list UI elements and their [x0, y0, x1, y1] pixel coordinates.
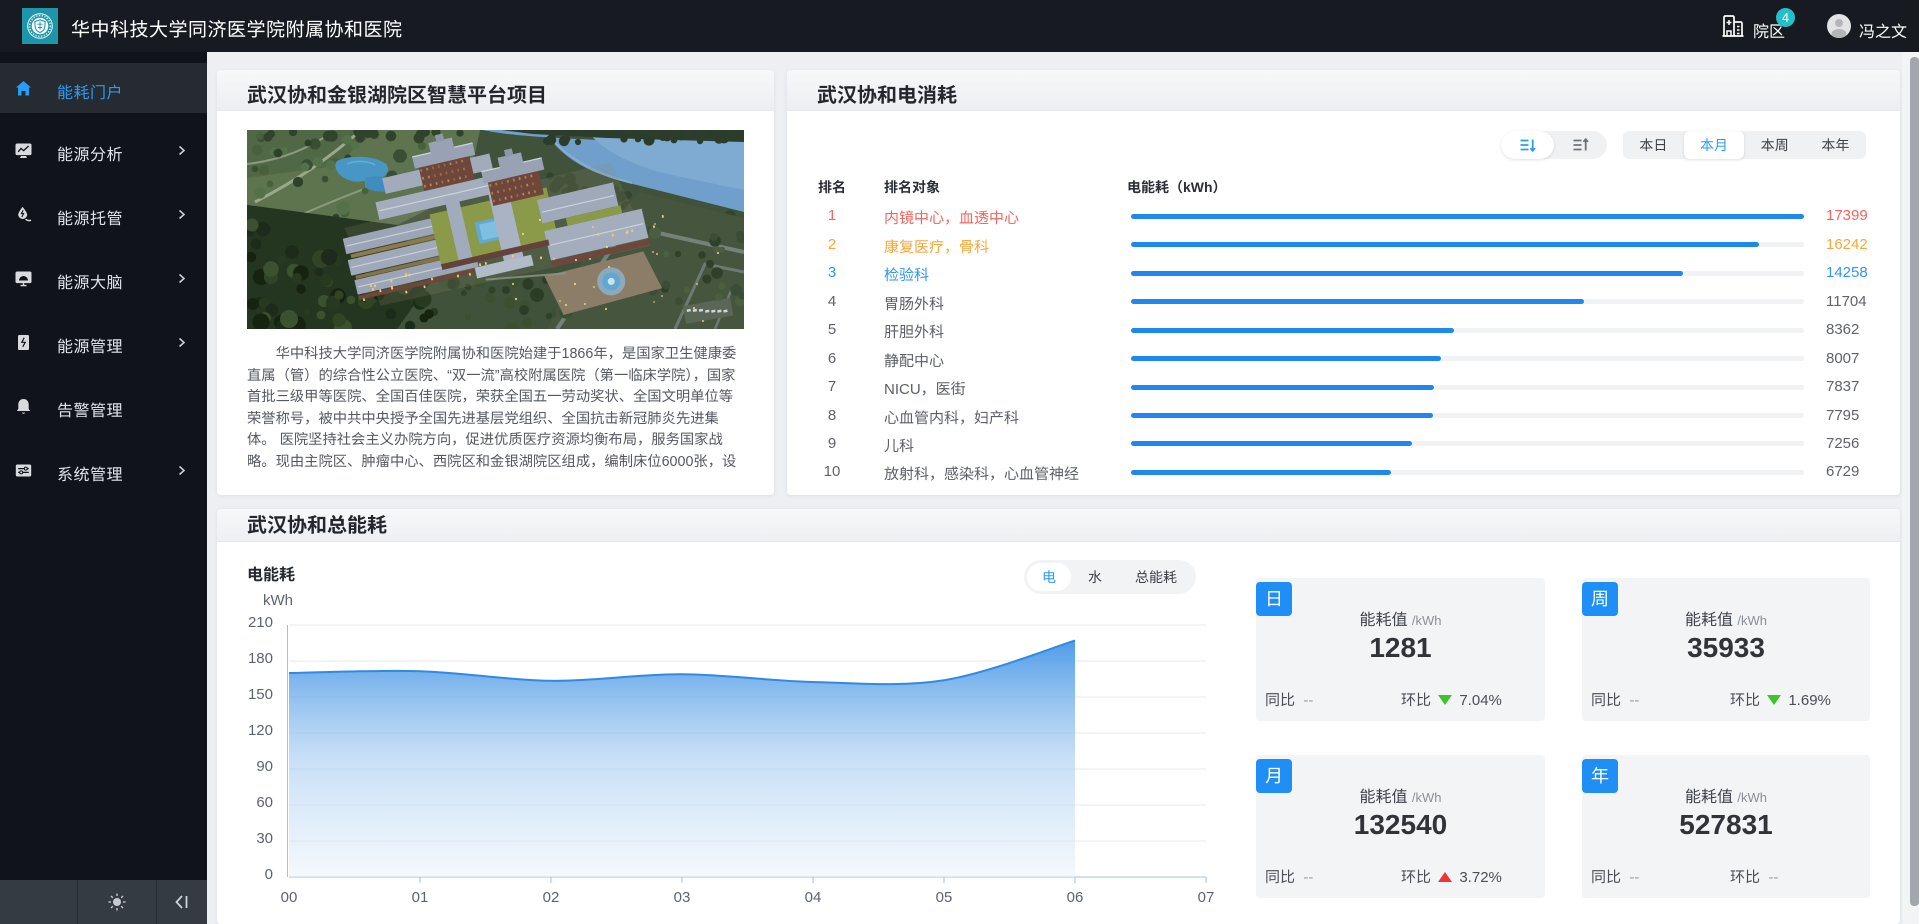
svg-text:60: 60 — [256, 794, 273, 811]
svg-text:0: 0 — [265, 866, 273, 883]
svg-text:180: 180 — [248, 650, 273, 667]
svg-text:kWh: kWh — [263, 592, 293, 609]
svg-text:120: 120 — [248, 722, 273, 739]
svg-text:04: 04 — [805, 889, 822, 906]
svg-text:210: 210 — [248, 614, 273, 631]
svg-text:30: 30 — [256, 830, 273, 847]
svg-text:90: 90 — [256, 758, 273, 775]
svg-text:06: 06 — [1067, 889, 1084, 906]
svg-text:05: 05 — [936, 889, 953, 906]
svg-text:150: 150 — [248, 686, 273, 703]
svg-text:01: 01 — [412, 889, 429, 906]
svg-text:02: 02 — [543, 889, 560, 906]
svg-text:03: 03 — [674, 889, 691, 906]
svg-text:07: 07 — [1198, 889, 1215, 906]
svg-text:00: 00 — [281, 889, 298, 906]
